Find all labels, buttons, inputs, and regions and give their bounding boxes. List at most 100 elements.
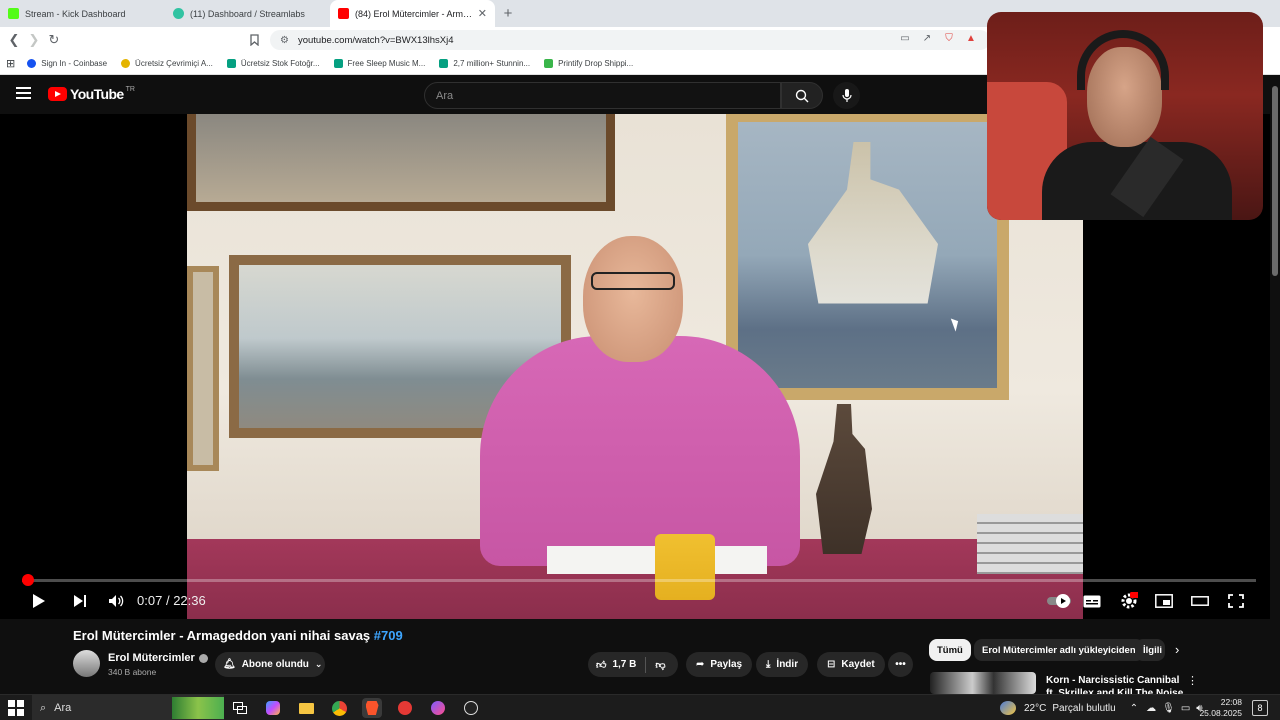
search-input[interactable]: Ara — [424, 82, 781, 109]
chrome-icon[interactable] — [329, 698, 349, 718]
player-controls: 0:07 / 22:36 — [0, 586, 1280, 614]
thumbs-up-icon: 👍︎ — [596, 659, 607, 671]
next-button[interactable] — [69, 590, 91, 612]
media-player-icon[interactable] — [395, 698, 415, 718]
clock[interactable]: 22:08 25.08.2025 — [1198, 697, 1242, 719]
save-button[interactable]: ⊟ Kaydet — [817, 652, 885, 677]
obs-icon[interactable] — [461, 698, 481, 718]
chevron-right-icon[interactable]: › — [1175, 642, 1179, 657]
chip-from-uploader[interactable]: Erol Mütercimler adlı yükleyiciden — [974, 639, 1144, 661]
bookmark-item[interactable]: Ücretsiz Stok Fotoğr... — [226, 59, 320, 68]
search-highlight-image — [172, 697, 224, 719]
taskbar-search[interactable]: ⌕ Ara — [32, 695, 224, 720]
volume-button[interactable] — [105, 590, 127, 612]
download-icon: ⤓ — [766, 659, 771, 670]
rewards-icon[interactable]: ▲ — [964, 31, 978, 45]
forward-button[interactable]: ❯ — [24, 30, 44, 50]
toolbar-icons: ▭ ↗ ⛉ ▲ — [898, 31, 978, 45]
reload-button[interactable]: ↻ — [44, 30, 64, 50]
bookmark-label: Sign In - Coinbase — [41, 59, 108, 68]
theater-icon — [1191, 596, 1209, 606]
windows-start-icon[interactable] — [8, 700, 24, 716]
play-button[interactable] — [28, 590, 50, 612]
notification-center-button[interactable]: 8 — [1252, 700, 1268, 716]
theater-mode-button[interactable] — [1189, 590, 1211, 612]
chip-all[interactable]: Tümü — [929, 639, 971, 661]
logo-text: YouTube — [70, 86, 124, 102]
fullscreen-button[interactable] — [1225, 590, 1247, 612]
brave-icon[interactable] — [362, 698, 382, 718]
miniplayer-button[interactable] — [1153, 590, 1175, 612]
cast-icon[interactable]: ▭ — [898, 31, 912, 45]
apps-grid-icon[interactable]: ⊞ — [6, 57, 15, 70]
country-code: TR — [125, 86, 135, 93]
youtube-logo[interactable]: YouTube TR — [48, 86, 135, 102]
bookmark-item[interactable]: Ücretsiz Çevrimiçi A... — [121, 59, 213, 68]
site-info-icon[interactable]: ⚙ — [280, 35, 289, 46]
file-explorer-icon[interactable] — [296, 698, 316, 718]
chevron-up-icon[interactable]: ⌃ — [1130, 703, 1138, 714]
voice-search-button[interactable] — [833, 82, 860, 109]
gear-icon — [1121, 592, 1138, 609]
menu-icon[interactable] — [16, 87, 31, 99]
share-button[interactable]: ➦ Paylaş — [686, 652, 753, 677]
address-bar[interactable]: ⚙ youtube.com/watch?v=BWX13lhsXj4 — [270, 30, 990, 50]
autoplay-icon — [1047, 594, 1071, 608]
share-arrow-icon: ➦ — [696, 659, 705, 670]
fullscreen-icon — [1228, 594, 1244, 608]
bookmark-item[interactable]: Free Sleep Music M... — [333, 59, 426, 68]
weather-desc[interactable]: Parçalı bulutlu — [1052, 703, 1115, 714]
bookmark-item[interactable]: 2,7 million+ Stunnin... — [439, 59, 530, 68]
tab-streamlabs[interactable]: (11) Dashboard / Streamlabs — [165, 0, 330, 27]
share-icon[interactable]: ↗ — [920, 31, 934, 45]
messenger-icon[interactable] — [428, 698, 448, 718]
search-button[interactable] — [781, 82, 823, 109]
bookmark-icon[interactable] — [244, 30, 264, 50]
mic-tray-icon[interactable]: 🎙︎ — [1162, 703, 1175, 714]
channel-name[interactable]: Erol Mütercimler — [108, 652, 208, 664]
page-scrollbar[interactable] — [1270, 76, 1280, 696]
subtitles-icon — [1083, 595, 1101, 607]
copilot-icon[interactable] — [263, 698, 283, 718]
hashtag-link[interactable]: #709 — [374, 628, 403, 643]
settings-button[interactable] — [1118, 590, 1140, 612]
bookmark-item[interactable]: Sign In - Coinbase — [27, 59, 107, 68]
webcam-overlay — [987, 12, 1263, 220]
more-actions-button[interactable]: ••• — [888, 652, 913, 677]
autoplay-toggle[interactable] — [1046, 590, 1076, 612]
onedrive-icon[interactable]: ☁ — [1146, 703, 1156, 714]
subtitles-button[interactable] — [1081, 590, 1103, 612]
network-icon[interactable]: ▭ — [1181, 703, 1190, 714]
task-view-icon[interactable] — [230, 698, 250, 718]
more-vertical-icon[interactable]: ⋮ — [1187, 674, 1198, 687]
more-horizontal-icon: ••• — [895, 659, 906, 670]
back-button[interactable]: ❮ — [4, 30, 24, 50]
play-icon — [33, 594, 45, 608]
bookmark-item[interactable]: Printify Drop Shippi... — [544, 59, 633, 68]
windows-taskbar: ⌕ Ara 22°C Parçalı bulutlu ⌃ ☁ 🎙︎ ▭ 🔊︎ 2… — [0, 694, 1280, 720]
tab-kick-dashboard[interactable]: Stream - Kick Dashboard — [0, 0, 165, 27]
video-frame — [187, 114, 1083, 619]
tab-youtube-active[interactable]: (84) Erol Mütercimler - Armageddon ✕ — [330, 0, 495, 27]
close-tab-icon[interactable]: ✕ — [478, 7, 487, 20]
time-separator: / — [165, 593, 170, 608]
shield-icon[interactable]: ⛉ — [942, 31, 956, 45]
screen: Stream - Kick Dashboard (11) Dashboard /… — [0, 0, 1280, 720]
weather-icon — [1000, 701, 1016, 715]
bookmark-label: Free Sleep Music M... — [347, 59, 426, 68]
subscribe-button[interactable]: 🔔︎ Abone olundu ⌄ — [215, 652, 325, 677]
related-video-thumbnail[interactable] — [930, 672, 1036, 694]
weather-temp[interactable]: 22°C — [1024, 703, 1046, 714]
save-playlist-icon: ⊟ — [827, 659, 836, 670]
chip-related[interactable]: İlgili — [1135, 639, 1165, 661]
next-icon — [74, 595, 86, 607]
bookmark-label: Ücretsiz Stok Fotoğr... — [240, 59, 320, 68]
new-tab-button[interactable]: + — [495, 0, 521, 27]
download-button[interactable]: ⤓ İndir — [756, 652, 809, 677]
progress-bar[interactable] — [22, 574, 1256, 586]
horse-statue — [816, 404, 872, 554]
time-display: 0:07 / 22:36 — [137, 593, 206, 608]
channel-avatar[interactable] — [73, 650, 100, 677]
like-button[interactable]: 👍︎ 1,7 B — [596, 659, 636, 671]
thumbs-down-icon[interactable]: 👎︎ — [655, 659, 665, 671]
